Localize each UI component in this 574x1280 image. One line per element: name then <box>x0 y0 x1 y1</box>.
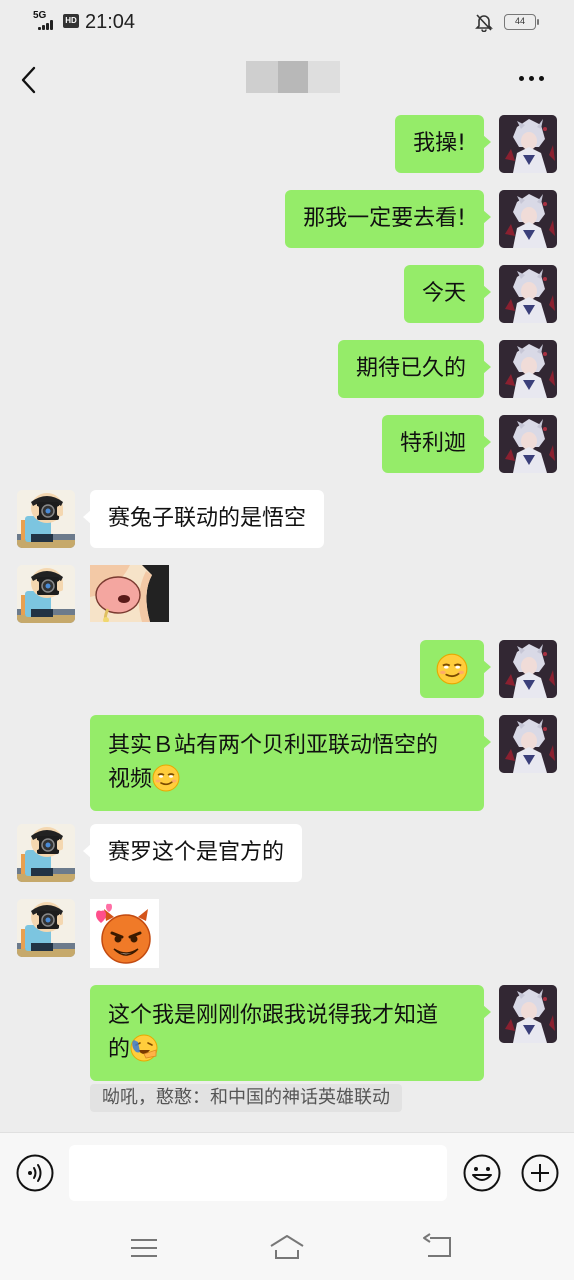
back-arrow-icon[interactable] <box>14 62 44 98</box>
menu-icon[interactable] <box>128 1234 160 1262</box>
nose-sticker[interactable] <box>90 565 169 622</box>
message-text-line1: 其实Ｂ站有两个贝利亚联动悟空的 <box>108 733 439 758</box>
message-bubble[interactable]: 赛兔子联动的是悟空 <box>82 490 325 548</box>
my-avatar[interactable] <box>499 265 557 323</box>
emoji-message[interactable] <box>420 640 491 698</box>
status-bar: 5G HD 21:04 44 <box>0 0 574 44</box>
plus-icon[interactable] <box>520 1153 560 1193</box>
message-text-line2: 的 <box>108 1037 131 1062</box>
signal-icon <box>38 20 56 30</box>
message-text-line1: 这个我是刚刚你跟我说得我才知道 <box>108 1003 439 1028</box>
system-navigation-bar <box>0 1216 574 1280</box>
my-avatar[interactable] <box>499 340 557 398</box>
contact-avatar[interactable] <box>17 824 75 882</box>
contact-avatar[interactable] <box>17 899 75 957</box>
message-bubble[interactable]: 特利迦 <box>381 415 492 473</box>
message-text-line2: 视频 <box>108 767 153 792</box>
hd-badge: HD <box>63 14 79 28</box>
message-bubble[interactable]: 期待已久的 <box>337 340 492 398</box>
voice-input-icon[interactable] <box>15 1153 55 1193</box>
message-bubble[interactable]: 其实Ｂ站有两个贝利亚联动悟空的 视频 <box>90 715 491 811</box>
message-bubble[interactable]: 我操! <box>395 115 491 173</box>
message-bubble[interactable]: 那我一定要去看! <box>285 190 491 248</box>
message-bubble[interactable]: 赛罗这个是官方的 <box>82 824 303 882</box>
bell-off-icon <box>475 14 493 32</box>
my-avatar[interactable] <box>499 115 557 173</box>
more-options-icon[interactable] <box>514 72 550 86</box>
message-bubble[interactable]: 这个我是刚刚你跟我说得我才知道 的 <box>90 985 491 1081</box>
contact-avatar[interactable] <box>17 490 75 548</box>
battery-indicator: 44 <box>504 14 539 30</box>
system-back-icon[interactable] <box>420 1232 456 1262</box>
message-bubble[interactable]: 今天 <box>403 265 492 323</box>
my-avatar[interactable] <box>499 640 557 698</box>
message-input[interactable] <box>69 1145 447 1201</box>
my-avatar[interactable] <box>499 190 557 248</box>
smirk-emoji-icon <box>436 653 468 685</box>
smirk-emoji-icon <box>152 764 180 792</box>
contact-avatar[interactable] <box>17 565 75 623</box>
chat-header <box>0 44 574 114</box>
facepalm-emoji-icon <box>130 1034 158 1062</box>
my-avatar[interactable] <box>499 415 557 473</box>
quoted-message[interactable]: 呦吼，憨憨：和中国的神话英雄联动 <box>90 1084 402 1112</box>
chat-title-blurred <box>246 61 340 93</box>
emoji-picker-icon[interactable] <box>462 1153 502 1193</box>
input-bar <box>0 1132 574 1216</box>
my-avatar[interactable] <box>499 715 557 773</box>
home-icon[interactable] <box>268 1232 306 1262</box>
clock: 21:04 <box>85 11 136 33</box>
my-avatar[interactable] <box>499 985 557 1043</box>
devil-sticker[interactable] <box>90 899 159 968</box>
